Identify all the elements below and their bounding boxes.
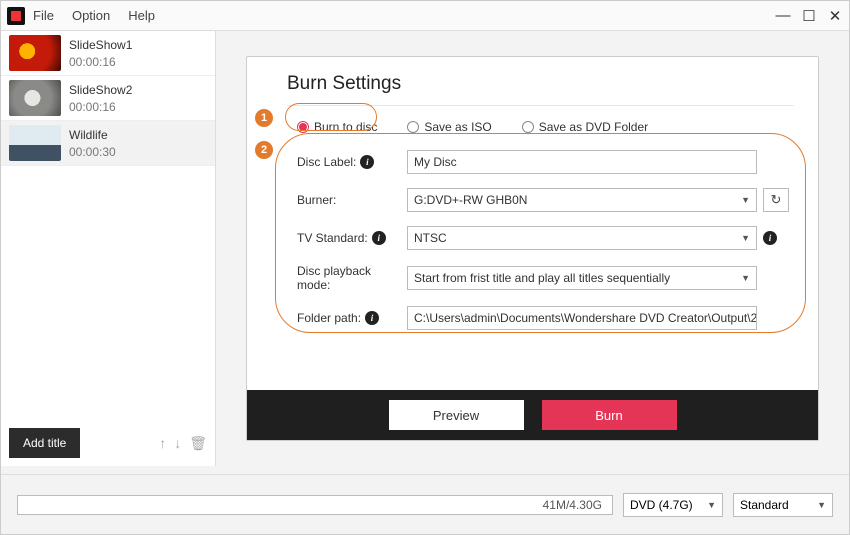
radio-burn-to-disc[interactable]: Burn to disc [297, 120, 377, 134]
capacity-bar: 41M/4.30G [17, 495, 613, 515]
move-down-icon[interactable]: ↓ [174, 435, 181, 452]
status-bar: 41M/4.30G DVD (4.7G)▼ Standard▼ [1, 474, 849, 534]
menu-file[interactable]: File [33, 8, 54, 23]
thumbnail [9, 125, 61, 161]
info-icon[interactable]: i [360, 155, 374, 169]
info-icon[interactable]: i [763, 231, 777, 245]
playback-mode-select[interactable]: Start from frist title and play all titl… [407, 266, 757, 290]
item-duration: 00:00:30 [69, 145, 116, 159]
menu-option[interactable]: Option [72, 8, 110, 23]
refresh-burner-button[interactable]: ↻ [763, 188, 789, 212]
app-icon [7, 7, 25, 25]
quality-select[interactable]: Standard▼ [733, 493, 833, 517]
step-badge-2: 2 [255, 141, 273, 159]
burn-button[interactable]: Burn [542, 400, 677, 430]
chevron-down-icon: ▼ [741, 273, 750, 283]
disc-label-label: Disc Label:i [297, 155, 407, 169]
capacity-text: 41M/4.30G [543, 498, 602, 512]
main-area: SlideShow1 00:00:16 SlideShow2 00:00:16 … [1, 31, 849, 466]
playback-mode-label: Disc playback mode: [297, 264, 407, 292]
chevron-down-icon: ▼ [741, 233, 750, 243]
chevron-down-icon: ▼ [707, 500, 716, 510]
window-controls: — ☐ ✕ [775, 7, 843, 25]
chevron-down-icon: ▼ [817, 500, 826, 510]
tv-standard-select[interactable]: NTSC▼ [407, 226, 757, 250]
item-title: SlideShow1 [69, 38, 132, 52]
thumbnail [9, 80, 61, 116]
sidebar-actions: ↑ ↓ 🗑 [159, 435, 207, 452]
content: Burn Settings 1 2 Burn to disc Save as I… [216, 31, 849, 466]
list-item[interactable]: SlideShow2 00:00:16 [1, 76, 215, 121]
thumbnail [9, 35, 61, 71]
panel-title: Burn Settings [287, 73, 794, 106]
output-mode-row: Burn to disc Save as ISO Save as DVD Fol… [297, 120, 794, 134]
step-badge-1: 1 [255, 109, 273, 127]
info-icon[interactable]: i [365, 311, 379, 325]
delete-icon[interactable]: 🗑 [189, 435, 207, 452]
move-up-icon[interactable]: ↑ [159, 435, 166, 452]
folder-path-box[interactable]: C:\Users\admin\Documents\Wondershare DVD… [407, 306, 757, 330]
sidebar-footer: Add title ↑ ↓ 🗑 [1, 420, 215, 466]
item-title: SlideShow2 [69, 83, 132, 97]
minimize-button[interactable]: — [775, 7, 791, 25]
folder-path-label: Folder path:i [297, 311, 407, 325]
burn-settings-panel: Burn Settings 1 2 Burn to disc Save as I… [246, 56, 819, 441]
radio-save-iso[interactable]: Save as ISO [407, 120, 491, 134]
chevron-down-icon: ▼ [741, 195, 750, 205]
panel-body: Burn Settings 1 2 Burn to disc Save as I… [247, 57, 818, 390]
preview-button[interactable]: Preview [389, 400, 524, 430]
disc-type-select[interactable]: DVD (4.7G)▼ [623, 493, 723, 517]
info-icon[interactable]: i [372, 231, 386, 245]
burner-select[interactable]: G:DVD+-RW GHB0N▼ [407, 188, 757, 212]
list-item[interactable]: SlideShow1 00:00:16 [1, 31, 215, 76]
sidebar: SlideShow1 00:00:16 SlideShow2 00:00:16 … [1, 31, 216, 466]
project-list: SlideShow1 00:00:16 SlideShow2 00:00:16 … [1, 31, 215, 420]
add-title-button[interactable]: Add title [9, 428, 80, 458]
panel-footer: Preview Burn [247, 390, 818, 440]
burner-label: Burner: [297, 193, 407, 207]
menubar: File Option Help — ☐ ✕ [1, 1, 849, 31]
list-item[interactable]: Wildlife 00:00:30 [1, 121, 215, 166]
disc-label-input[interactable] [407, 150, 757, 174]
item-duration: 00:00:16 [69, 100, 132, 114]
maximize-button[interactable]: ☐ [801, 7, 817, 25]
menu-help[interactable]: Help [128, 8, 155, 23]
item-duration: 00:00:16 [69, 55, 132, 69]
tv-standard-label: TV Standard:i [297, 231, 407, 245]
close-button[interactable]: ✕ [827, 7, 843, 25]
radio-save-folder[interactable]: Save as DVD Folder [522, 120, 648, 134]
item-title: Wildlife [69, 128, 116, 142]
